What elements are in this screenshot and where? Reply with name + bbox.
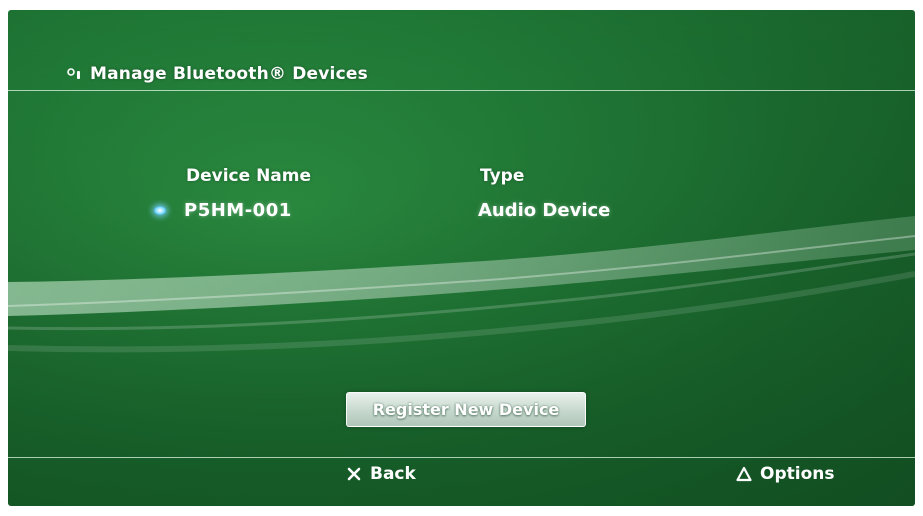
device-type: Audio Device xyxy=(478,200,611,221)
header-divider xyxy=(8,90,915,91)
background-wave xyxy=(8,10,915,506)
back-button[interactable]: Back xyxy=(346,464,416,484)
cross-button-icon xyxy=(347,467,361,481)
page-title: Manage Bluetooth® Devices xyxy=(90,64,368,84)
options-button[interactable]: Options xyxy=(736,464,834,484)
bluetooth-device-icon xyxy=(67,68,80,79)
register-new-device-button[interactable]: Register New Device xyxy=(346,392,586,427)
column-header-device-name: Device Name xyxy=(186,166,312,186)
triangle-button-icon xyxy=(736,466,752,482)
page-header: Manage Bluetooth® Devices xyxy=(66,64,368,84)
device-name: P5HM-001 xyxy=(184,200,292,221)
ps3-screen: Manage Bluetooth® Devices Device Name Ty… xyxy=(8,10,915,506)
footer-divider xyxy=(8,457,915,458)
back-label: Back xyxy=(370,464,416,484)
column-header-type: Type xyxy=(480,166,525,186)
device-row[interactable]: P5HM-001 Audio Device xyxy=(152,198,652,226)
selection-indicator-icon xyxy=(154,206,166,215)
options-label: Options xyxy=(760,464,835,484)
